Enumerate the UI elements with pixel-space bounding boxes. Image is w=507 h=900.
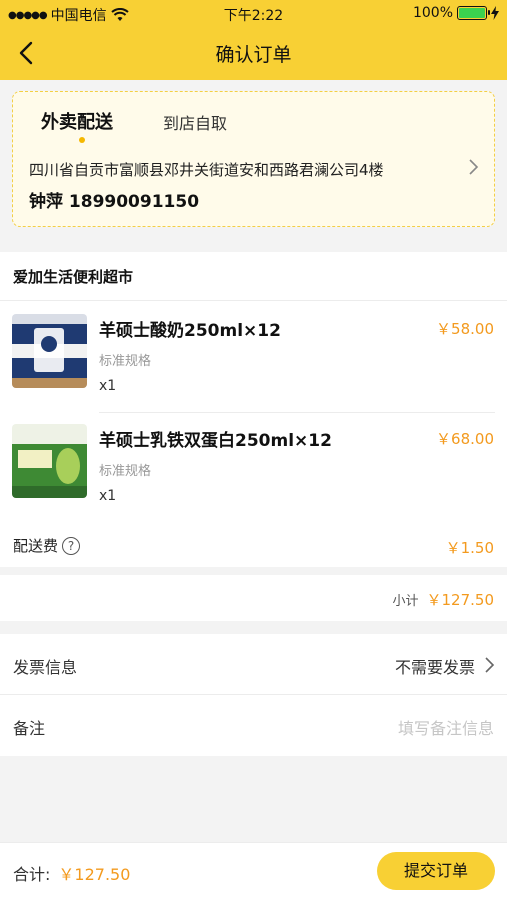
divider bbox=[0, 300, 507, 301]
product-spec: 标准规格 bbox=[99, 464, 152, 479]
subtotal-label: 小计 bbox=[392, 594, 419, 609]
remark-label: 备注 bbox=[13, 719, 46, 738]
battery-icon bbox=[457, 6, 490, 20]
product-image bbox=[12, 424, 87, 498]
status-bar: ●●●●● 中国电信 下午2:22 100% bbox=[0, 0, 507, 28]
charging-icon bbox=[491, 6, 499, 20]
chevron-right-icon bbox=[485, 657, 495, 673]
product-name: 羊硕士乳铁双蛋白250ml×12 bbox=[99, 431, 332, 451]
tab-delivery[interactable]: 外卖配送 bbox=[41, 108, 113, 134]
remark-row[interactable]: 备注 填写备注信息 bbox=[0, 695, 507, 755]
bottom-bar: 合计: ￥127.50 提交订单 bbox=[0, 842, 507, 900]
tab-pickup[interactable]: 到店自取 bbox=[163, 110, 227, 134]
subtotal-value: ￥127.50 bbox=[426, 591, 495, 609]
remark-input[interactable]: 填写备注信息 bbox=[398, 715, 494, 739]
address-text: 四川省自贡市富顺县邓井关街道安和西路君澜公司4楼 bbox=[29, 161, 384, 179]
address-card[interactable]: 外卖配送 到店自取 四川省自贡市富顺县邓井关街道安和西路君澜公司4楼 钟萍 18… bbox=[12, 91, 495, 227]
delivery-fee-row: 配送费 ? ￥1.50 bbox=[0, 530, 507, 560]
active-tab-indicator bbox=[79, 137, 85, 143]
product-item[interactable]: 羊硕士酸奶250ml×12 标准规格 x1 ￥58.00 bbox=[0, 302, 507, 412]
subtotal-bar: 小计 ￥127.50 bbox=[0, 575, 507, 621]
delivery-fee-value: ￥1.50 bbox=[445, 539, 494, 557]
invoice-label: 发票信息 bbox=[13, 658, 78, 677]
page-title: 确认订单 bbox=[215, 44, 292, 66]
product-qty: x1 bbox=[99, 488, 117, 504]
store-name: 爱加生活便利超市 bbox=[13, 268, 134, 286]
store-section: 爱加生活便利超市 羊硕士酸奶250ml×12 标准规格 x1 ￥58.00 羊硕… bbox=[0, 252, 507, 567]
product-name: 羊硕士酸奶250ml×12 bbox=[99, 321, 281, 341]
delivery-fee-label: 配送费 bbox=[13, 537, 59, 555]
address-contact: 钟萍 18990091150 bbox=[29, 192, 200, 212]
product-spec: 标准规格 bbox=[99, 354, 152, 369]
chevron-right-icon[interactable] bbox=[466, 158, 480, 176]
submit-order-button[interactable]: 提交订单 bbox=[377, 852, 495, 890]
total-value: ￥127.50 bbox=[58, 865, 131, 884]
nav-bar: 确认订单 bbox=[0, 28, 507, 78]
invoice-row[interactable]: 发票信息 不需要发票 bbox=[0, 634, 507, 694]
product-price: ￥68.00 bbox=[436, 430, 494, 448]
info-section: 发票信息 不需要发票 备注 填写备注信息 bbox=[0, 634, 507, 756]
header: ●●●●● 中国电信 下午2:22 100% 确认订单 bbox=[0, 0, 507, 80]
product-qty: x1 bbox=[99, 378, 117, 394]
invoice-value: 不需要发票 bbox=[394, 658, 475, 677]
battery-percent: 100% bbox=[412, 5, 453, 21]
product-image bbox=[12, 314, 87, 388]
product-price: ￥58.00 bbox=[436, 320, 494, 338]
product-item[interactable]: 羊硕士乳铁双蛋白250ml×12 标准规格 x1 ￥68.00 bbox=[0, 412, 507, 522]
help-icon[interactable]: ? bbox=[62, 536, 81, 555]
total-label: 合计: bbox=[13, 865, 51, 884]
